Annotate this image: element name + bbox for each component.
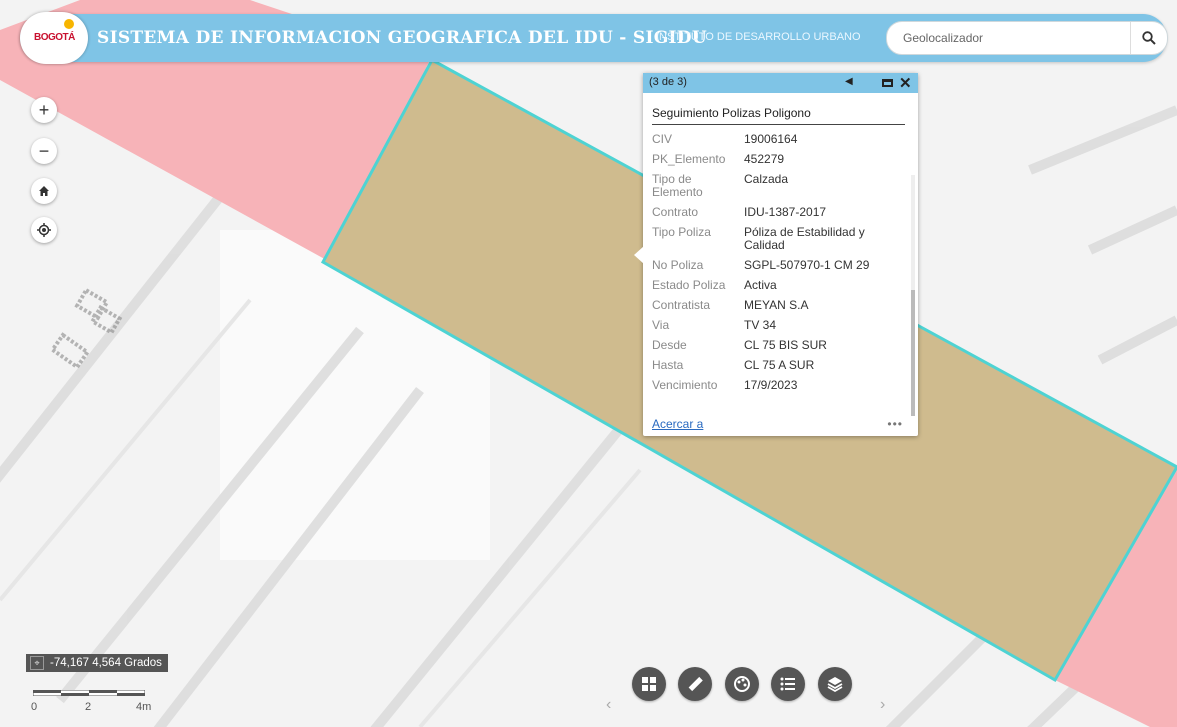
layers-icon <box>827 677 843 693</box>
attribute-key: Via <box>652 318 670 332</box>
attribute-key: CIV <box>652 132 673 146</box>
attribute-row: Vencimiento 17/9/2023 <box>652 379 907 392</box>
toolbar-next-arrow[interactable]: › <box>880 696 885 714</box>
maximize-icon[interactable] <box>882 79 893 87</box>
zoom-out-button[interactable]: − <box>31 138 57 164</box>
attribute-key: Tipo Poliza <box>652 225 711 239</box>
grid-icon <box>642 677 656 691</box>
search-input[interactable] <box>901 28 1115 48</box>
attribute-key: No Poliza <box>652 258 704 272</box>
logo-text: BOGOTÁ <box>34 32 75 43</box>
toolbar-prev-arrow[interactable]: ‹ <box>606 696 611 714</box>
attribute-value: CL 75 BIS SUR <box>744 338 827 352</box>
sun-icon <box>64 19 74 29</box>
attribute-value: MEYAN S.A <box>744 298 809 312</box>
attribute-value: TV 34 <box>744 318 777 332</box>
attribute-list: CIV 19006164 PK_Elemento 452279 Tipo de El… <box>652 133 907 399</box>
attribute-key: Vencimiento <box>652 378 718 392</box>
draw-button[interactable] <box>725 667 759 701</box>
attribute-value: Activa <box>744 278 777 292</box>
attribute-row: Contratista MEYAN S.A <box>652 299 907 312</box>
map-canvas[interactable] <box>0 0 1177 727</box>
popup-footer: Acercar a ••• <box>652 417 907 433</box>
zoom-in-button[interactable]: + <box>31 97 57 123</box>
bogota-logo[interactable]: BOGOTÁ <box>20 12 88 64</box>
app-title: SISTEMA DE INFORMACION GEOGRAFICA DEL ID… <box>97 28 707 48</box>
attribute-row: Desde CL 75 BIS SUR <box>652 339 907 352</box>
palette-icon <box>734 676 750 692</box>
basemap-gallery-button[interactable] <box>632 667 666 701</box>
home-button[interactable] <box>31 178 57 204</box>
popup-count: (3 de 3) <box>649 76 687 88</box>
previous-feature-button[interactable]: ◀ <box>845 76 853 87</box>
popup-body: Seguimiento Polizas Poligono CIV 19006164… <box>643 93 918 416</box>
attribute-key: Contratista <box>652 298 711 312</box>
attribute-value: 19006164 <box>744 132 798 146</box>
attribute-row: Tipo Poliza Póliza de Estabilidad y Calid… <box>652 226 907 252</box>
search-icon <box>1142 31 1156 45</box>
app-header: BOGOTÁ SISTEMA DE INFORMACION GEOGRAFICA… <box>20 12 1168 64</box>
attribute-key: Tipo de Elemento <box>652 172 703 199</box>
attribute-key: Hasta <box>652 358 684 372</box>
attribute-value: 17/9/2023 <box>744 378 798 392</box>
attribute-row: Via TV 34 <box>652 319 907 332</box>
attribute-value: SGPL-507970-1 CM 29 <box>744 258 870 272</box>
list-icon <box>780 677 795 691</box>
coordinate-display: ⌖ -74,167 4,564 Grados <box>26 654 168 672</box>
attribute-key: PK_Elemento <box>652 152 726 166</box>
ruler-icon <box>688 676 703 692</box>
close-icon[interactable]: ✕ <box>899 74 912 92</box>
scale-label: 4m <box>136 701 152 713</box>
coordinate-text: -74,167 4,564 Grados <box>50 657 162 669</box>
legend-button[interactable] <box>771 667 805 701</box>
attribute-value: Calzada <box>744 172 789 186</box>
measure-button[interactable] <box>678 667 712 701</box>
attribute-key: Desde <box>652 338 687 352</box>
attribute-row: No Poliza SGPL-507970-1 CM 29 <box>652 259 907 272</box>
attribute-value: CL 75 A SUR <box>744 358 815 372</box>
more-options-button[interactable]: ••• <box>887 417 903 431</box>
layer-list-button[interactable] <box>818 667 852 701</box>
plus-icon: + <box>38 99 50 120</box>
attribute-value: 452279 <box>744 152 785 166</box>
attribute-value: IDU-1387-2017 <box>744 205 827 219</box>
attribute-row: Contrato IDU-1387-2017 <box>652 206 907 219</box>
locate-icon <box>37 223 51 237</box>
attribute-key: Estado Poliza <box>652 278 726 292</box>
scale-label: 0 <box>31 701 38 713</box>
popup-scrollbar[interactable] <box>911 175 915 416</box>
scrollbar-thumb[interactable] <box>911 290 915 416</box>
crosshair-icon[interactable]: ⌖ <box>30 656 44 670</box>
attribute-row: Estado Poliza Activa <box>652 279 907 292</box>
locate-button[interactable] <box>31 217 57 243</box>
popup-title: Seguimiento Polizas Poligono <box>652 106 811 120</box>
info-popup: (3 de 3) ◀ ✕ Seguimiento Polizas Poligon… <box>634 73 918 436</box>
minus-icon: − <box>38 140 50 161</box>
attribute-key: Contrato <box>652 205 699 219</box>
attribute-row: Hasta CL 75 A SUR <box>652 359 907 372</box>
scale-bar <box>33 690 145 696</box>
popup-divider <box>652 124 905 125</box>
home-icon <box>39 186 49 196</box>
zoom-to-link[interactable]: Acercar a <box>652 417 703 431</box>
popup-header: (3 de 3) ◀ ✕ <box>643 73 918 93</box>
attribute-row: Tipo de Elemento Calzada <box>652 173 907 199</box>
attribute-value: Póliza de Estabilidad y Calidad <box>744 225 865 252</box>
geolocator-search <box>886 21 1168 55</box>
scale-label: 2 <box>85 701 92 713</box>
search-button[interactable] <box>1130 22 1167 54</box>
attribute-row: PK_Elemento 452279 <box>652 153 907 166</box>
app-subtitle: INSTITUTO DE DESARROLLO URBANO <box>656 31 861 43</box>
attribute-row: CIV 19006164 <box>652 133 907 146</box>
